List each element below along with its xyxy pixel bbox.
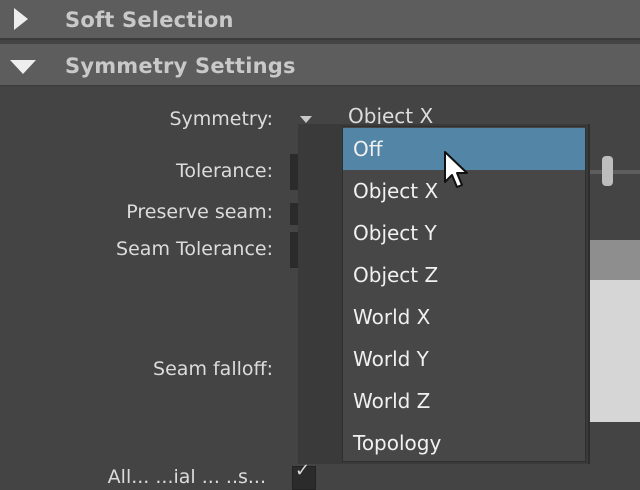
symmetry-settings-title: Symmetry Settings	[65, 54, 296, 78]
soft-selection-header[interactable]: Soft Selection	[0, 0, 640, 40]
tolerance-label: Tolerance:	[175, 160, 273, 182]
allow-partial-label: All... ...ial ... ..s...	[107, 466, 266, 488]
dropdown-option-object-z[interactable]: Object Z	[343, 254, 585, 296]
dropdown-option-world-z[interactable]: World Z	[343, 380, 585, 422]
soft-selection-title: Soft Selection	[65, 8, 234, 32]
checkmark-icon: ✓	[295, 460, 311, 481]
falloff-curve-area	[586, 280, 640, 422]
chevron-down-icon[interactable]	[300, 116, 312, 123]
mouse-pointer-icon	[444, 151, 468, 188]
seam-tolerance-label: Seam Tolerance:	[116, 238, 273, 260]
symmetry-label: Symmetry:	[169, 108, 273, 130]
seam-falloff-graph[interactable]	[586, 240, 640, 422]
dropdown-option-object-y[interactable]: Object Y	[343, 212, 585, 254]
dropdown-option-world-y[interactable]: World Y	[343, 338, 585, 380]
triangle-down-icon[interactable]	[10, 60, 36, 74]
tolerance-slider-track[interactable]	[586, 170, 640, 174]
tolerance-slider-handle[interactable]	[602, 156, 613, 186]
dropdown-option-topology[interactable]: Topology	[343, 422, 585, 464]
triangle-right-icon[interactable]	[14, 8, 28, 30]
dropdown-option-world-x[interactable]: World X	[343, 296, 585, 338]
symmetry-settings-header[interactable]: Symmetry Settings	[0, 44, 640, 86]
seam-falloff-label: Seam falloff:	[153, 358, 273, 380]
preserve-seam-label: Preserve seam:	[126, 201, 273, 223]
